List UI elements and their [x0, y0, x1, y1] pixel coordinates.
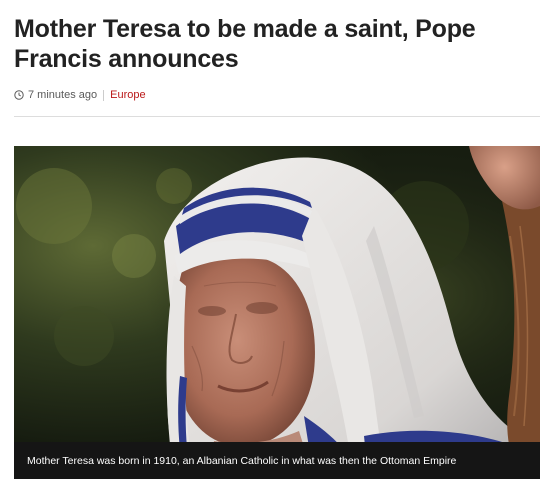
portrait-photo: [14, 146, 540, 479]
clock-icon: [14, 90, 24, 100]
header-divider: [14, 116, 540, 117]
article-meta: 7 minutes ago Europe: [14, 88, 540, 102]
timestamp: 7 minutes ago: [28, 89, 98, 101]
image-caption: Mother Teresa was born in 1910, an Alban…: [27, 454, 457, 467]
meta-divider: [103, 89, 105, 101]
article-header: Mother Teresa to be made a saint, Pope F…: [14, 0, 540, 117]
article-headline: Mother Teresa to be made a saint, Pope F…: [14, 15, 476, 73]
section-link-europe[interactable]: Europe: [110, 88, 145, 102]
article-image: Mother Teresa was born in 1910, an Alban…: [14, 146, 540, 479]
image-caption-bar: Mother Teresa was born in 1910, an Alban…: [14, 442, 540, 479]
